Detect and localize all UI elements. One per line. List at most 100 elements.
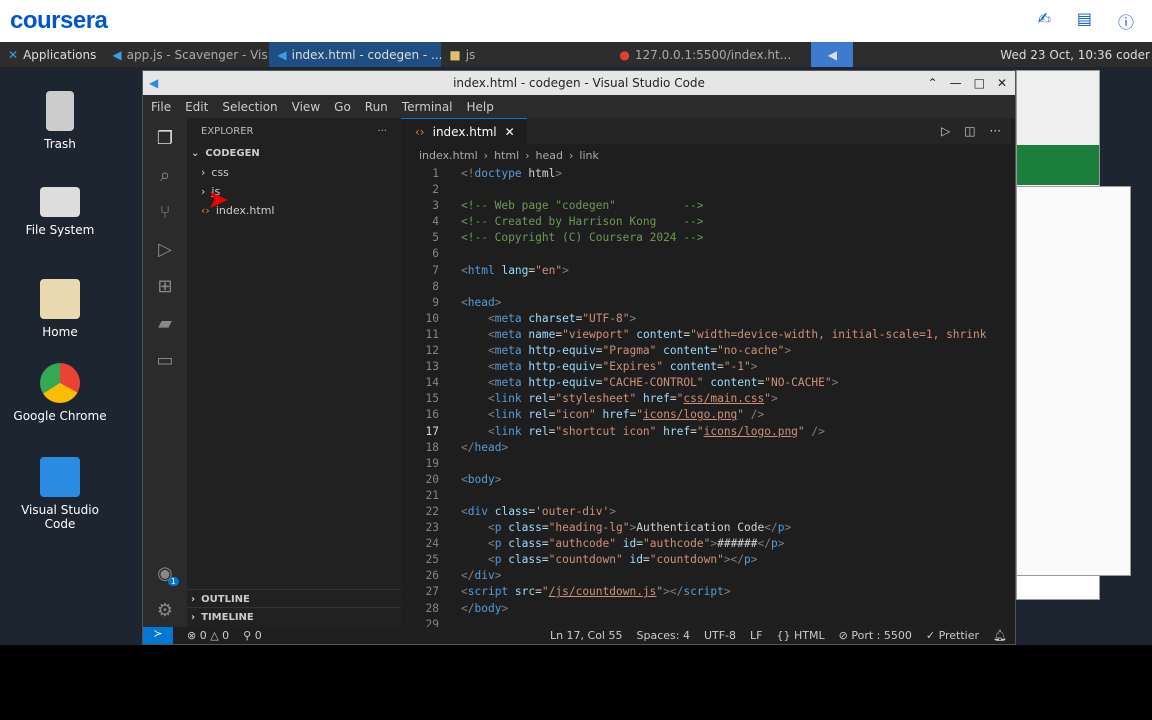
code-area[interactable]: 1 <!doctype html> 2 3 <!-- Web page "codegen… (401, 166, 1011, 633)
source-control-icon[interactable]: ⑂ (160, 202, 171, 223)
tree-item-index-html[interactable]: ‹› index.html ➤ (187, 185, 401, 220)
task-js-folder[interactable]: ■ js (441, 42, 611, 67)
run-icon[interactable]: ▷ (941, 124, 950, 138)
split-editor-icon[interactable]: ◫ (964, 124, 975, 138)
maximize-button[interactable]: □ (974, 76, 985, 90)
line-content: <link rel="shortcut icon" href="icons/lo… (487, 424, 825, 438)
background-dialog-window[interactable] (1016, 186, 1131, 576)
notifications-icon[interactable]: 🔔︎ (993, 629, 1015, 642)
menu-view[interactable]: View (292, 100, 320, 114)
account-icon[interactable]: ◉ 1 (157, 563, 179, 586)
code-line[interactable]: 19 (401, 456, 1011, 472)
desktop-icon-vscode[interactable]: Visual Studio Code (10, 457, 110, 531)
coursera-logo[interactable]: coursera (10, 7, 108, 35)
menu-help[interactable]: Help (467, 100, 494, 114)
code-line[interactable]: 13 <meta http-equiv="Expires" content="-… (401, 359, 1011, 375)
code-line[interactable]: 9 <head> (401, 295, 1011, 311)
task-vscode-pinned[interactable]: ◀ (811, 42, 854, 67)
menu-edit[interactable]: Edit (185, 100, 208, 114)
line-number: 11 (425, 327, 439, 341)
code-line[interactable]: 11 <meta name="viewport" content="width=… (401, 327, 1011, 343)
code-line[interactable]: 16 <link rel="icon" href="icons/logo.png… (401, 407, 1011, 423)
breadcrumb-item[interactable]: head (536, 149, 563, 162)
breadcrumb-item[interactable]: html (494, 149, 519, 162)
desktop-icon-filesystem[interactable]: File System (10, 187, 110, 237)
ports-indicator[interactable]: ⚲ 0 (243, 629, 262, 642)
line-content: </body> (461, 601, 509, 615)
code-line[interactable]: 18 </head> (401, 440, 1011, 456)
code-line[interactable]: 12 <meta http-equiv="Pragma" content="no… (401, 343, 1011, 359)
more-actions-icon[interactable]: ··· (990, 124, 1001, 138)
code-line[interactable]: 25 <p class="countdown" id="countdown"><… (401, 552, 1011, 568)
tree-item-css[interactable]: › css (187, 163, 401, 182)
more-actions-icon[interactable]: ··· (377, 126, 387, 137)
desktop-icon-chrome[interactable]: Google Chrome (10, 363, 110, 423)
task-app-js[interactable]: ◀ app.js - Scavenger - Vis... (104, 42, 279, 67)
code-line[interactable]: 6 (401, 246, 1011, 262)
folder-root[interactable]: ⌄ CODEGEN (187, 144, 401, 163)
code-line[interactable]: 7 <html lang="en"> (401, 263, 1011, 279)
applications-menu[interactable]: ✕ Applications (0, 42, 104, 67)
desktop-icon-home[interactable]: Home (10, 279, 110, 339)
maximize-up-icon[interactable]: ⌃ (928, 76, 938, 90)
indentation[interactable]: Spaces: 4 (637, 629, 690, 642)
language-mode[interactable]: {} HTML (777, 629, 825, 642)
breadcrumb-item[interactable]: link (579, 149, 598, 162)
task-index-html[interactable]: ◀ index.html - codegen - ... (269, 42, 443, 67)
line-content: <p class="authcode" id="authcode">######… (487, 537, 785, 551)
minimize-button[interactable]: — (950, 76, 962, 90)
close-button[interactable]: ✕ (997, 76, 1007, 90)
code-line[interactable]: 26 </div> (401, 568, 1011, 584)
editor: ‹› index.html ✕ ▷ ◫ ··· index.html › html › he… (401, 118, 1011, 631)
code-line[interactable]: 17 <link rel="shortcut icon" href="icons… (401, 424, 1011, 440)
code-line[interactable]: 5 <!-- Copyright (C) Coursera 2024 --> (401, 230, 1011, 246)
code-line[interactable]: 27 <script src="/js/countdown.js"></scrip… (401, 584, 1011, 600)
menu-selection[interactable]: Selection (222, 100, 277, 114)
prettier[interactable]: ✓ Prettier (926, 629, 979, 642)
timeline-section[interactable]: › TIMELINE (187, 608, 401, 627)
search-icon[interactable]: ⌕ (160, 165, 170, 186)
line-content: <meta name="viewport" content="width=dev… (487, 327, 987, 341)
code-line[interactable]: 3 <!-- Web page "codegen" --> (401, 198, 1011, 214)
code-line[interactable]: 23 <p class="heading-lg">Authentication … (401, 520, 1011, 536)
menu-file[interactable]: File (151, 100, 171, 114)
gear-icon[interactable]: ⚙ (157, 600, 173, 621)
remote-indicator[interactable]: ≻ (143, 627, 173, 644)
run-debug-icon[interactable]: ▷ (158, 239, 172, 260)
problems-indicator[interactable]: ⊗ 0 △ 0 (187, 629, 229, 642)
menu-run[interactable]: Run (365, 100, 388, 114)
menu-terminal[interactable]: Terminal (402, 100, 453, 114)
line-content: <meta http-equiv="Expires" content="-1"> (487, 360, 758, 374)
breadcrumb-item[interactable]: index.html (419, 149, 478, 162)
task-browser[interactable]: ● 127.0.0.1:5500/index.ht... (611, 42, 811, 67)
code-line[interactable]: 8 (401, 279, 1011, 295)
extensions-icon[interactable]: ⊞ (157, 276, 172, 297)
help-icon[interactable]: ⓘ (1118, 9, 1134, 33)
code-line[interactable]: 2 (401, 182, 1011, 198)
cursor-position[interactable]: Ln 17, Col 55 (550, 629, 623, 642)
code-line[interactable]: 4 <!-- Created by Harrison Kong --> (401, 214, 1011, 230)
remote-icon[interactable]: ▰ (158, 313, 172, 334)
menu-go[interactable]: Go (334, 100, 351, 114)
encoding[interactable]: UTF-8 (704, 629, 736, 642)
code-line[interactable]: 1 <!doctype html> (401, 166, 1011, 182)
close-tab-icon[interactable]: ✕ (505, 125, 515, 139)
code-line[interactable]: 22 <div class='outer-div'> (401, 504, 1011, 520)
code-line[interactable]: 15 <link rel="stylesheet" href="css/main… (401, 391, 1011, 407)
line-content: <!doctype html> (461, 167, 563, 180)
code-line[interactable]: 21 (401, 488, 1011, 504)
code-line[interactable]: 10 <meta charset="UTF-8"> (401, 311, 1011, 327)
chevron-right-icon: › (191, 594, 196, 605)
code-line[interactable]: 28 </body> (401, 601, 1011, 617)
tab-index-html[interactable]: ‹› index.html ✕ (401, 118, 527, 144)
code-line[interactable]: 24 <p class="authcode" id="authcode">###… (401, 536, 1011, 552)
remote-explorer-icon[interactable]: ▭ (156, 350, 173, 371)
notes-icon[interactable]: ▤ (1077, 9, 1092, 33)
code-line[interactable]: 20 <body> (401, 472, 1011, 488)
explorer-icon[interactable]: ❐ (157, 128, 173, 149)
line-ending[interactable]: LF (750, 629, 762, 642)
desktop-icon-trash[interactable]: Trash (10, 91, 110, 151)
translate-icon[interactable]: ✍ (1037, 9, 1050, 33)
live-server-port[interactable]: ⊘ Port : 5500 (839, 629, 912, 642)
code-line[interactable]: 14 <meta http-equiv="CACHE-CONTROL" cont… (401, 375, 1011, 391)
